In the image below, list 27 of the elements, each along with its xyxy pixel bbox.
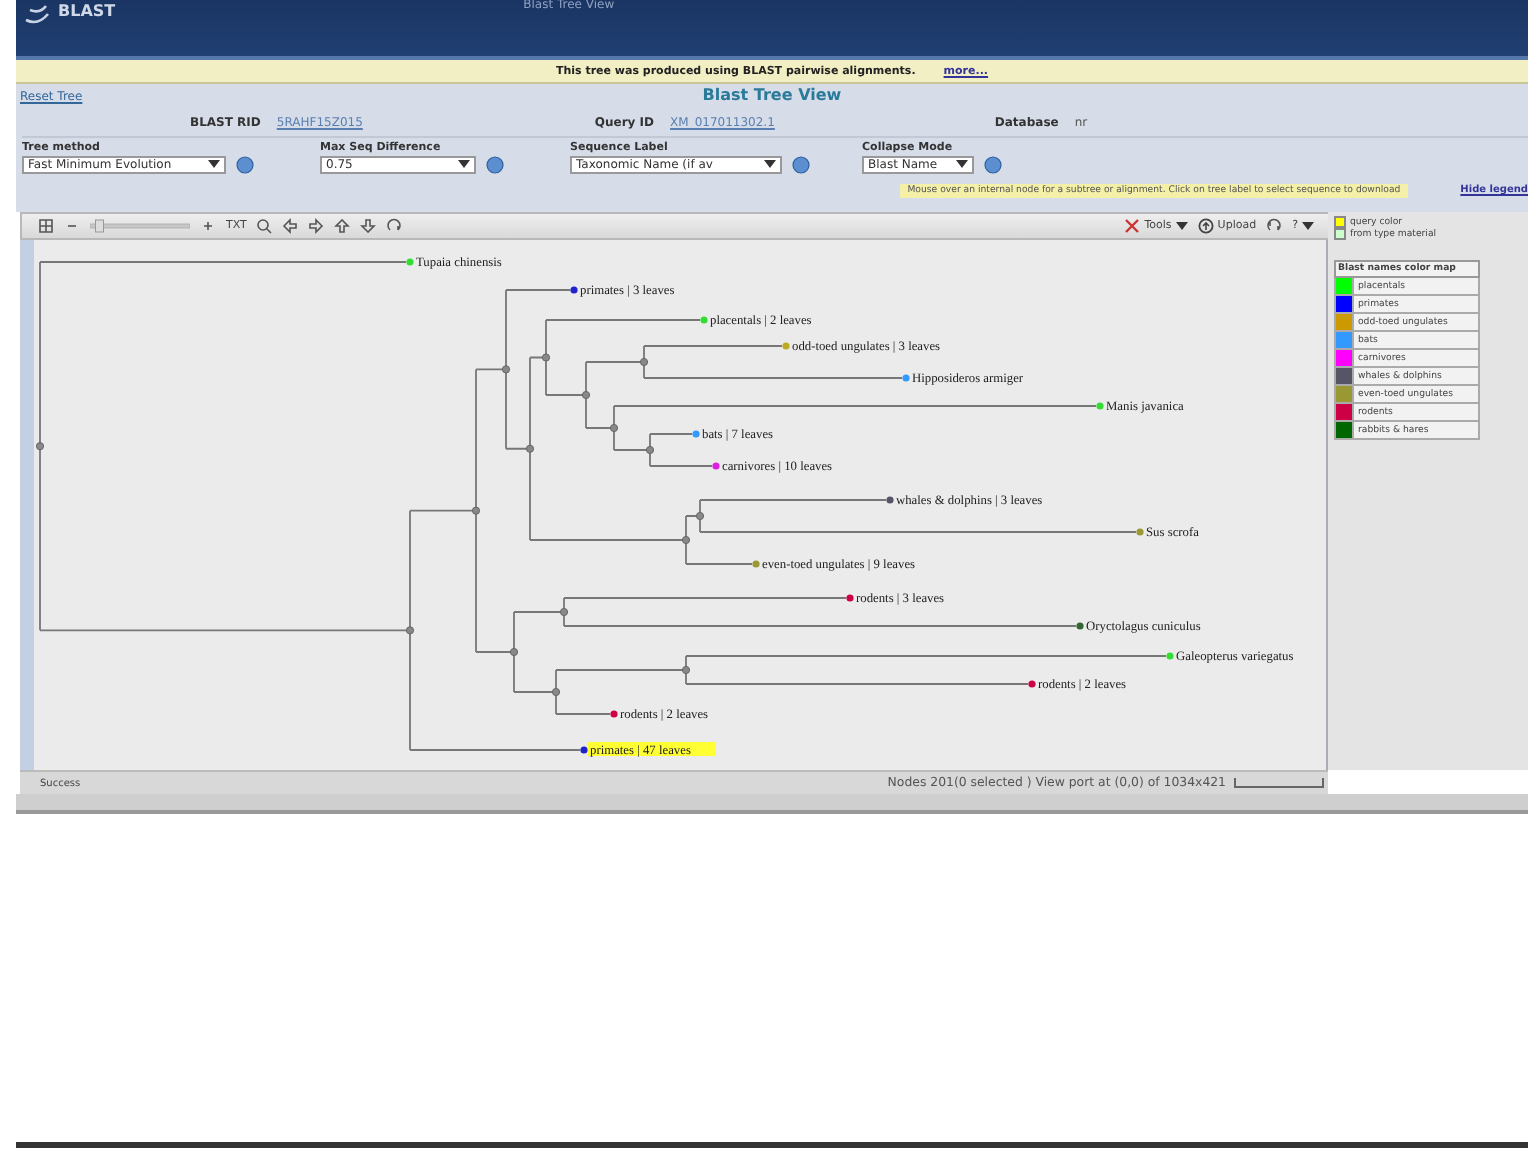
help-icon[interactable] xyxy=(486,156,504,174)
rotate-icon[interactable] xyxy=(386,218,403,234)
caret-icon xyxy=(1175,221,1188,231)
down-arrow-icon[interactable] xyxy=(360,218,377,234)
caret-icon xyxy=(764,160,776,170)
zoom-slider[interactable] xyxy=(90,218,190,234)
zoom-in-icon[interactable] xyxy=(200,218,216,234)
caret-icon xyxy=(1302,221,1314,231)
magnifier-icon[interactable] xyxy=(256,218,273,234)
left-arrow-icon[interactable] xyxy=(282,218,299,234)
help-icon[interactable] xyxy=(792,156,810,174)
refresh-icon[interactable] xyxy=(1266,218,1283,234)
grid-icon[interactable] xyxy=(38,218,54,234)
caret-icon xyxy=(208,160,220,170)
page-title: Blast Tree View xyxy=(702,86,842,104)
upload-icon xyxy=(1197,218,1214,234)
caret-icon xyxy=(458,160,470,170)
caret-icon xyxy=(956,160,968,170)
slider-thumb[interactable] xyxy=(95,219,104,233)
help-icon[interactable] xyxy=(984,156,1002,174)
right-arrow-icon[interactable] xyxy=(308,218,325,234)
swirl-logo-icon xyxy=(24,2,52,26)
tools-icon xyxy=(1124,218,1141,234)
help-icon[interactable] xyxy=(236,156,254,174)
logo-text: BLAST xyxy=(58,2,116,20)
overview-scrollbar[interactable] xyxy=(1234,778,1324,788)
up-arrow-icon[interactable] xyxy=(334,218,351,234)
